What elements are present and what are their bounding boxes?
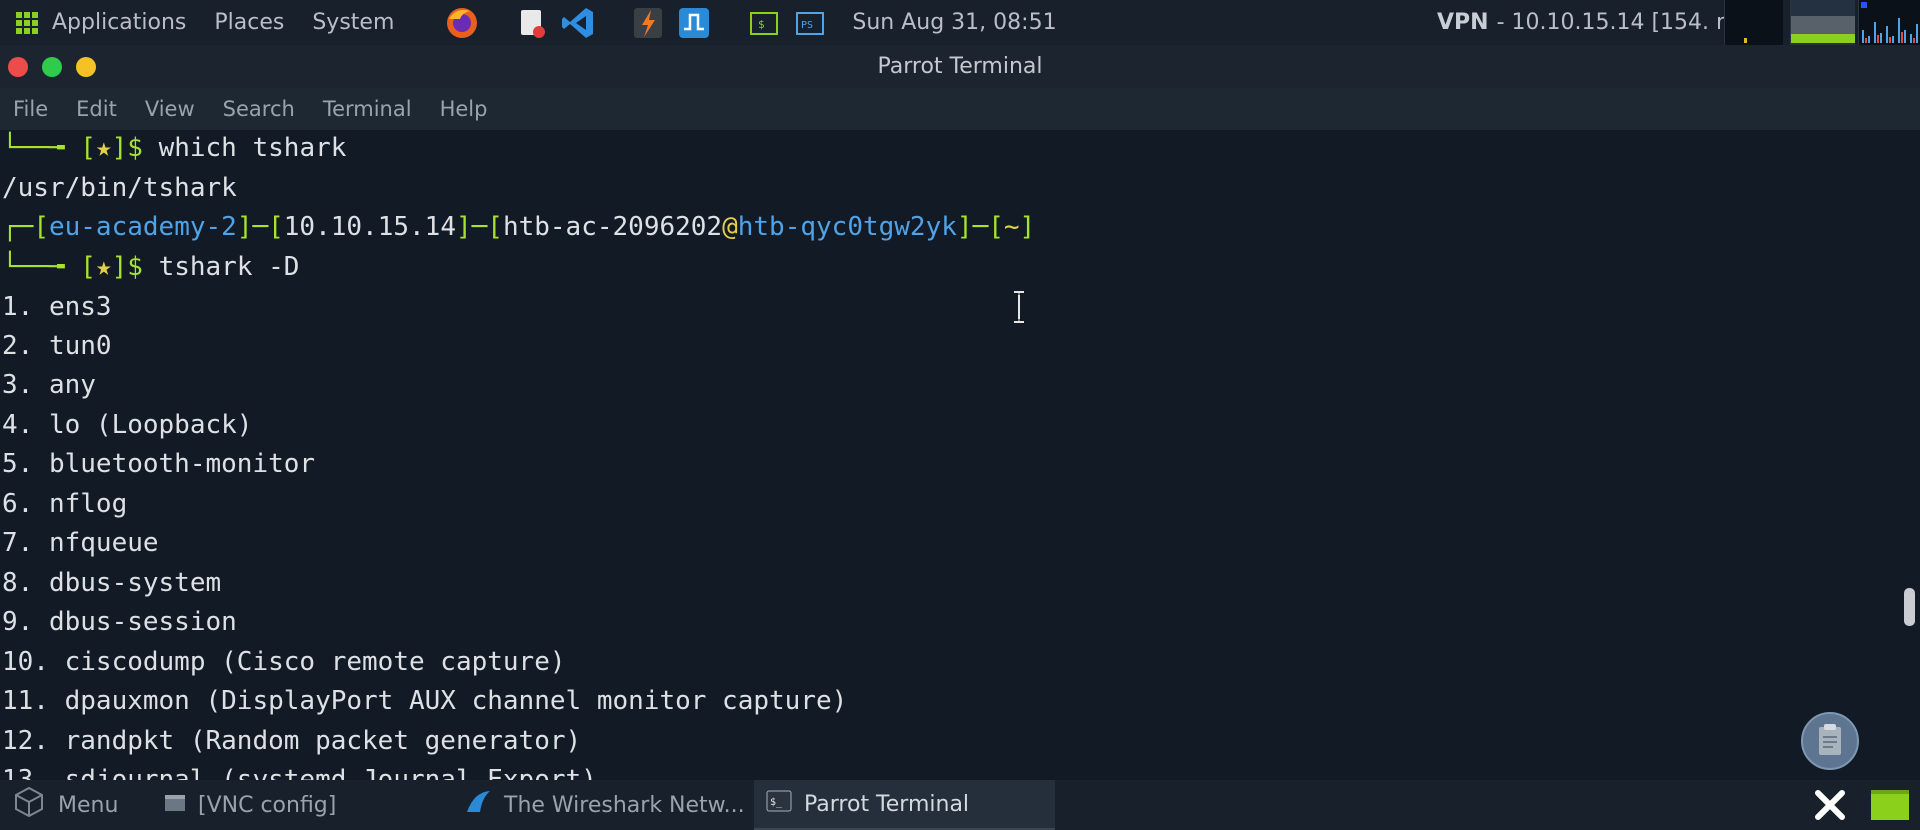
prompt-dir: ~ — [1003, 212, 1020, 242]
interface-line: 7. nfqueue — [2, 528, 159, 558]
menu-search[interactable]: Search — [209, 97, 309, 121]
menu-button[interactable]: Menu — [12, 780, 118, 830]
places-menu[interactable]: Places — [214, 10, 284, 35]
bottom-taskbar: Menu [VNC config] The Wireshark Netw... … — [0, 780, 1920, 830]
interface-line: 3. any — [2, 370, 96, 400]
cpu-monitor[interactable] — [1724, 0, 1783, 45]
task-vnc-config[interactable]: [VNC config] — [164, 780, 336, 830]
menu-terminal[interactable]: Terminal — [309, 97, 426, 121]
applications-grid-icon[interactable] — [16, 11, 38, 34]
interface-line: 11. dpauxmon (DisplayPort AUX channel mo… — [2, 686, 848, 716]
menu-help[interactable]: Help — [426, 97, 502, 121]
firefox-icon[interactable] — [444, 5, 480, 41]
parrot-cube-icon — [12, 785, 46, 825]
task-parrot-terminal[interactable]: $_ Parrot Terminal — [754, 780, 1055, 830]
window-titlebar[interactable]: Parrot Terminal — [0, 45, 1920, 88]
prompt-machine: htb-qyc0tgw2yk — [737, 212, 957, 242]
minimize-window-button[interactable] — [76, 56, 96, 77]
window-icon — [164, 793, 186, 818]
shell-prompt: ┌─[eu-academy-2]─[10.10.15.14]─[htb-ac-2… — [2, 212, 1036, 242]
top-panel: Applications Places System $ PS Sun Aug … — [0, 0, 1920, 45]
vpn-status: VPN - 10.10.15.14 [154. ms] — [1437, 0, 1757, 45]
interface-line: 1. ens3 — [2, 292, 112, 322]
command-text: which tshark — [158, 133, 347, 163]
close-window-button[interactable] — [8, 56, 28, 77]
terminal-icon: $_ — [766, 790, 792, 818]
wireshark-fin-icon — [464, 788, 492, 822]
prompt-ip: 10.10.15.14 — [283, 212, 456, 242]
svg-text:$: $ — [758, 18, 765, 31]
vscode-icon[interactable] — [560, 5, 596, 41]
show-desktop-icon[interactable] — [1870, 780, 1910, 830]
menu-edit[interactable]: Edit — [62, 97, 131, 121]
interface-line: 4. lo (Loopback) — [2, 410, 253, 440]
svg-text:$_: $_ — [770, 797, 783, 808]
powershell-icon[interactable]: PS — [792, 5, 828, 41]
task-wireshark-browser[interactable]: The Wireshark Netw... — [464, 780, 745, 830]
interface-line: 6. nflog — [2, 489, 128, 519]
close-icon[interactable] — [1812, 780, 1848, 830]
menubar: File Edit View Search Terminal Help — [0, 88, 1920, 130]
burpsuite-icon[interactable] — [630, 5, 666, 41]
wireshark-icon[interactable] — [676, 5, 712, 41]
vpn-label: VPN — [1437, 10, 1489, 35]
terminal-output[interactable]: └──╼ [★]$ which tshark /usr/bin/tshark ┌… — [0, 130, 1920, 780]
clipboard-icon — [1819, 724, 1841, 755]
interface-line: 5. bluetooth-monitor — [2, 449, 316, 479]
menu-file[interactable]: File — [0, 97, 62, 121]
interface-line: 2. tun0 — [2, 331, 112, 361]
prompt-host: eu-academy-2 — [48, 212, 237, 242]
ibeam-cursor-icon — [1012, 290, 1026, 324]
terminal-icon[interactable]: $ — [746, 5, 782, 41]
terminal-scrollbar[interactable] — [1904, 588, 1915, 626]
text-editor-icon[interactable] — [514, 5, 550, 41]
interface-line: 13. sdjournal (systemd Journal Export) — [2, 765, 597, 780]
system-menu[interactable]: System — [312, 10, 394, 35]
interface-line: 9. dbus-session — [2, 607, 237, 637]
memory-monitor[interactable] — [1790, 0, 1855, 45]
network-monitor[interactable] — [1858, 0, 1920, 45]
vpn-address: - 10.10.15.14 [154. ms] — [1496, 10, 1758, 35]
menu-view[interactable]: View — [131, 97, 209, 121]
output-line: /usr/bin/tshark — [2, 173, 237, 203]
prompt-user: htb-ac-2096202 — [502, 212, 723, 242]
maximize-window-button[interactable] — [42, 56, 62, 77]
clipboard-button[interactable] — [1801, 712, 1859, 770]
command-line-which: └──╼ [★]$ which tshark — [2, 133, 347, 163]
applications-menu[interactable]: Applications — [52, 10, 186, 35]
window-title: Parrot Terminal — [877, 54, 1043, 79]
interface-line: 10. ciscodump (Cisco remote capture) — [2, 647, 566, 677]
clock[interactable]: Sun Aug 31, 08:51 — [852, 10, 1056, 35]
interface-line: 8. dbus-system — [2, 568, 222, 598]
command-text: tshark -D — [158, 252, 300, 282]
svg-text:PS: PS — [801, 20, 813, 31]
command-line-tshark: └──╼ [★]$ tshark -D — [2, 252, 300, 282]
interface-line: 12. randpkt (Random packet generator) — [2, 726, 582, 756]
